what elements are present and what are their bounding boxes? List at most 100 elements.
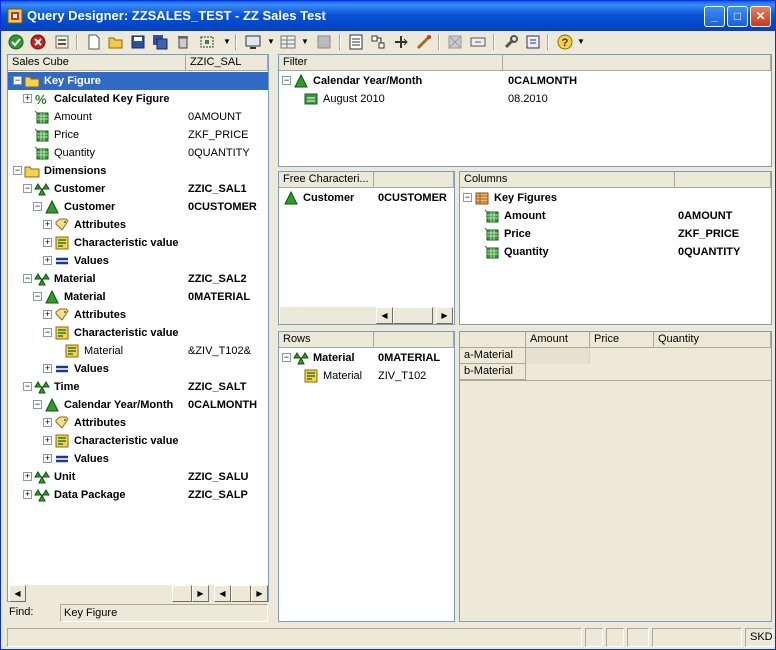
- exit-icon[interactable]: [198, 33, 216, 51]
- title-bar[interactable]: Query Designer: ZZSALES_TEST - ZZ Sales …: [1, 1, 775, 31]
- rows-item[interactable]: Material ZIV_T102: [279, 367, 454, 385]
- tree-node[interactable]: Material &ZIV_T102&: [8, 342, 268, 360]
- expand-icon[interactable]: +: [43, 310, 52, 319]
- exit-dropdown-icon[interactable]: ▼: [223, 33, 231, 51]
- free-item[interactable]: Customer 0CUSTOMER: [279, 189, 454, 207]
- minimize-button[interactable]: _: [704, 6, 725, 27]
- tree-node[interactable]: + Attributes: [8, 414, 268, 432]
- expand-icon[interactable]: +: [43, 364, 52, 373]
- filter-item[interactable]: August 2010 08.2010: [279, 90, 771, 108]
- tasks-icon[interactable]: [369, 33, 387, 51]
- filter-pane[interactable]: Filter − Calendar Year/Month 0CALMONTH Augu…: [278, 54, 772, 167]
- rows-pane[interactable]: Rows − Material 0MATERIAL Material ZIV_T102: [278, 331, 455, 622]
- expand-icon[interactable]: +: [43, 418, 52, 427]
- scroll-right-icon[interactable]: ▶: [192, 585, 209, 602]
- open-icon[interactable]: [107, 33, 125, 51]
- tree-node[interactable]: + Attributes: [8, 216, 268, 234]
- conditions-icon[interactable]: [415, 33, 433, 51]
- tree-node[interactable]: − Key Figure: [8, 72, 268, 90]
- tree-node[interactable]: + Values: [8, 252, 268, 270]
- collapse-icon[interactable]: −: [282, 76, 291, 85]
- expand-icon[interactable]: +: [23, 490, 32, 499]
- tools-icon[interactable]: [502, 33, 520, 51]
- columns-root[interactable]: − Key Figures: [460, 189, 771, 207]
- check-icon[interactable]: [7, 33, 25, 51]
- collapse-icon[interactable]: −: [23, 274, 32, 283]
- exceptions-icon[interactable]: [446, 33, 464, 51]
- tree-header-tech[interactable]: ZZIC_SAL: [186, 55, 268, 71]
- save-icon[interactable]: [129, 33, 147, 51]
- tabular-icon[interactable]: [279, 33, 297, 51]
- tree-node[interactable]: + Attributes: [8, 306, 268, 324]
- close-button[interactable]: ✕: [750, 6, 771, 27]
- scroll-thumb[interactable]: [172, 585, 192, 602]
- view-dropdown-icon[interactable]: ▼: [267, 33, 275, 51]
- tree-node[interactable]: + Data Package ZZIC_SALP: [8, 486, 268, 504]
- tree-node[interactable]: − Material ZZIC_SAL2: [8, 270, 268, 288]
- scroll-left-icon[interactable]: ◀: [376, 307, 393, 324]
- delete-icon[interactable]: [174, 33, 192, 51]
- collapse-icon[interactable]: −: [23, 184, 32, 193]
- preview-pane[interactable]: Amount Price Quantity a-Material b-Mater…: [459, 331, 772, 622]
- tree-node[interactable]: − Time ZZIC_SALT: [8, 378, 268, 396]
- tree-node[interactable]: +% Calculated Key Figure: [8, 90, 268, 108]
- tree-node[interactable]: Quantity 0QUANTITY: [8, 144, 268, 162]
- collapse-icon[interactable]: −: [463, 193, 472, 202]
- expand-icon[interactable]: +: [43, 256, 52, 265]
- collapse-icon[interactable]: −: [282, 353, 291, 362]
- expand-icon[interactable]: +: [43, 454, 52, 463]
- grid-icon[interactable]: [315, 33, 333, 51]
- filter-item[interactable]: − Calendar Year/Month 0CALMONTH: [279, 72, 771, 90]
- tree-node[interactable]: + Values: [8, 360, 268, 378]
- scroll-right-icon[interactable]: ▶: [436, 307, 453, 324]
- maximize-button[interactable]: □: [727, 6, 748, 27]
- collapse-icon[interactable]: −: [33, 400, 42, 409]
- free-characteristics-pane[interactable]: Free Characteri... Customer 0CUSTOMER ◀ ▶: [278, 171, 455, 325]
- free-hscrollbar[interactable]: ◀ ▶: [280, 307, 453, 324]
- scroll-left-icon[interactable]: ◀: [214, 585, 231, 602]
- expand-icon[interactable]: +: [23, 94, 32, 103]
- columns-item[interactable]: Amount 0AMOUNT: [460, 207, 771, 225]
- tree-hscrollbar[interactable]: ◀ ▶ ◀ ▶: [9, 585, 268, 602]
- tree-node[interactable]: − Calendar Year/Month 0CALMONTH: [8, 396, 268, 414]
- save-all-icon[interactable]: [151, 33, 169, 51]
- scroll-right-icon[interactable]: ▶: [251, 585, 268, 602]
- tree-node[interactable]: + Unit ZZIC_SALU: [8, 468, 268, 486]
- tree-header-name[interactable]: Sales Cube: [8, 55, 186, 71]
- tree-node[interactable]: − Customer 0CUSTOMER: [8, 198, 268, 216]
- help-dropdown-icon[interactable]: ▼: [577, 33, 585, 51]
- rows-item[interactable]: − Material 0MATERIAL: [279, 349, 454, 367]
- expand-icon[interactable]: +: [43, 436, 52, 445]
- tabular-dropdown-icon[interactable]: ▼: [301, 33, 309, 51]
- scroll-left-icon[interactable]: ◀: [9, 585, 26, 602]
- cells-icon[interactable]: [392, 33, 410, 51]
- collapse-icon[interactable]: −: [33, 202, 42, 211]
- collapse-icon[interactable]: −: [33, 292, 42, 301]
- new-icon[interactable]: [85, 33, 103, 51]
- tree-node[interactable]: − Material 0MATERIAL: [8, 288, 268, 306]
- collapse-icon[interactable]: −: [23, 382, 32, 391]
- collapse-icon[interactable]: −: [13, 166, 22, 175]
- view-icon[interactable]: [244, 33, 262, 51]
- tree-node[interactable]: Price ZKF_PRICE: [8, 126, 268, 144]
- tree-node[interactable]: + Characteristic value: [8, 234, 268, 252]
- find-input[interactable]: Key Figure: [60, 604, 268, 622]
- columns-item[interactable]: Price ZKF_PRICE: [460, 225, 771, 243]
- tree-node[interactable]: + Characteristic value: [8, 432, 268, 450]
- collapse-icon[interactable]: −: [43, 328, 52, 337]
- columns-item[interactable]: Quantity 0QUANTITY: [460, 243, 771, 261]
- tree-node[interactable]: − Customer ZZIC_SAL1: [8, 180, 268, 198]
- tree-node[interactable]: − Dimensions: [8, 162, 268, 180]
- execute-icon[interactable]: [53, 33, 71, 51]
- tree-node[interactable]: + Values: [8, 450, 268, 468]
- expand-icon[interactable]: +: [43, 238, 52, 247]
- info-icon[interactable]: [524, 33, 542, 51]
- expand-icon[interactable]: +: [43, 220, 52, 229]
- columns-pane[interactable]: Columns − Key Figures Amount 0AMOUNT Price ZK…: [459, 171, 772, 325]
- scroll-thumb[interactable]: [393, 307, 433, 324]
- tree-node[interactable]: Amount 0AMOUNT: [8, 108, 268, 126]
- cancel-icon[interactable]: [29, 33, 47, 51]
- tree-node[interactable]: − Characteristic value: [8, 324, 268, 342]
- collapse-icon[interactable]: −: [13, 76, 22, 85]
- help-icon[interactable]: ?: [556, 33, 574, 51]
